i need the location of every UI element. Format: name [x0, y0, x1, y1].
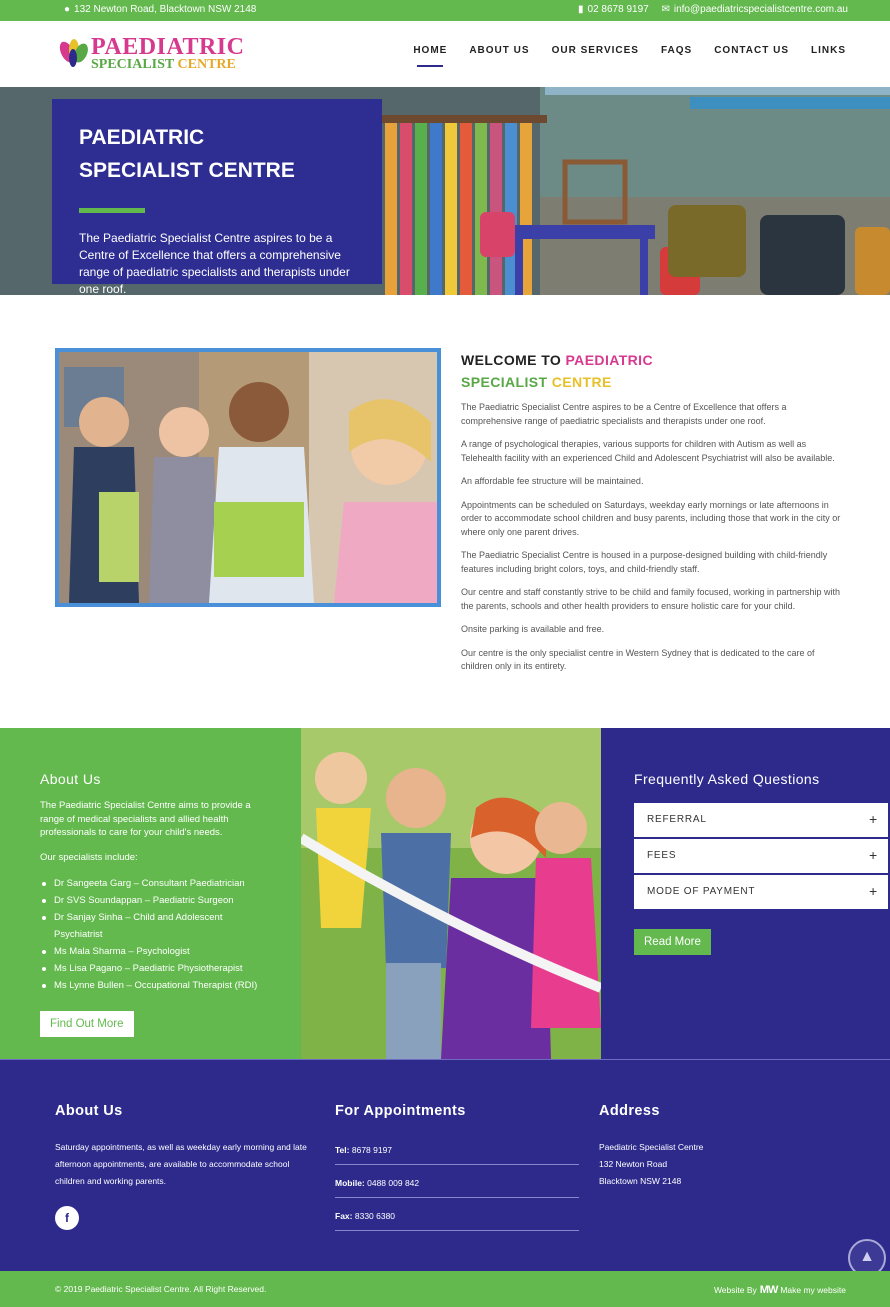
welcome-heading-b: PAEDIATRIC	[565, 352, 653, 368]
faq-title: Frequently Asked Questions	[634, 771, 820, 787]
footer-about-title: About Us	[55, 1103, 123, 1119]
faq-item-label: FEES	[647, 850, 677, 861]
footer-about: About Us Saturday appointments, as well …	[55, 1103, 315, 1230]
faq-item-fees[interactable]: FEES +	[634, 839, 888, 873]
faq-item-label: MODE OF PAYMENT	[647, 886, 756, 897]
list-item: Dr Sangeeta Garg – Consultant Paediatric…	[40, 875, 261, 892]
mobile-label: Mobile:	[335, 1178, 365, 1188]
welcome-paragraph: The Paediatric Specialist Centre aspires…	[461, 402, 787, 426]
plus-icon[interactable]: +	[869, 883, 878, 899]
mobile-value[interactable]: 0488 009 842	[367, 1178, 419, 1188]
welcome-paragraph: Onsite parking is available and free.	[461, 624, 605, 634]
welcome-paragraph: Our centre and staff constantly strive t…	[461, 587, 841, 611]
website-by-name: Make my website	[780, 1285, 846, 1295]
logo-subtitle-a: SPECIALIST	[91, 57, 175, 72]
kids-illustration	[301, 728, 601, 1059]
address-line: 132 Newton Road	[599, 1159, 668, 1169]
tug-of-war-image	[301, 728, 601, 1059]
welcome-paragraph: A range of psychological therapies, vari…	[461, 439, 835, 463]
hero-banner: PAEDIATRIC SPECIALIST CENTRE The Paediatr…	[0, 87, 890, 295]
children-group-image	[55, 348, 441, 607]
top-bar: ● 132 Newton Road, Blacktown NSW 2148 ▮ 02…	[0, 0, 890, 21]
fax-label: Fax:	[335, 1211, 353, 1221]
plus-icon[interactable]: +	[869, 811, 878, 827]
nav-links[interactable]: LINKS	[811, 45, 846, 56]
welcome-heading: WELCOME TO PAEDIATRIC SPECIALIST CENTRE	[461, 349, 846, 393]
logo-subtitle-b: CENTRE	[177, 57, 236, 72]
mail-icon: ✉	[661, 4, 670, 15]
footer-appointments: For Appointments Tel: 8678 9197 Mobile: …	[335, 1103, 585, 1238]
about-intro: The Paediatric Specialist Centre aims to…	[40, 800, 251, 838]
footer-address: Address Paediatric Specialist Centre 132…	[599, 1103, 839, 1190]
hero-title-line2: SPECIALIST CENTRE	[79, 159, 295, 182]
nav-home[interactable]: HOME	[413, 45, 447, 67]
copyright-text: © 2019 Paediatric Specialist Centre. All…	[55, 1284, 267, 1294]
plus-icon[interactable]: +	[869, 847, 878, 863]
faq-panel: Frequently Asked Questions REFERRAL + FE…	[601, 728, 890, 1059]
hero-accent-bar	[79, 208, 145, 213]
read-more-button[interactable]: Read More	[634, 929, 711, 955]
website-by[interactable]: Website By MW Make my website	[714, 1284, 846, 1296]
welcome-section: WELCOME TO PAEDIATRIC SPECIALIST CENTRE T…	[461, 349, 846, 674]
map-pin-icon: ●	[64, 4, 71, 15]
welcome-paragraph: The Paediatric Specialist Centre is hous…	[461, 550, 828, 574]
facebook-icon[interactable]: f	[55, 1206, 79, 1230]
hero-text-box: PAEDIATRIC SPECIALIST CENTRE The Paediatr…	[52, 99, 382, 295]
welcome-heading-d: CENTRE	[551, 374, 612, 390]
footer-address-title: Address	[599, 1103, 660, 1119]
site-header: PAEDIATRIC SPECIALIST CENTRE HOME ABOUT …	[0, 21, 890, 87]
fax-row: Fax: 8330 6380	[335, 1205, 579, 1231]
welcome-paragraph: Appointments can be scheduled on Saturda…	[461, 499, 841, 537]
main-nav: HOME ABOUT US OUR SERVICES FAQS CONTACT …	[413, 45, 846, 67]
site-footer: About Us Saturday appointments, as well …	[0, 1059, 890, 1277]
make-my-website-logo: MW	[759, 1284, 779, 1296]
topbar-address: ● 132 Newton Road, Blacktown NSW 2148	[64, 4, 256, 15]
faq-item-mode-of-payment[interactable]: MODE OF PAYMENT +	[634, 875, 888, 909]
topbar-contact: ▮ 02 8678 9197 ✉ info@paediatricspecialist…	[578, 4, 848, 15]
find-out-more-button[interactable]: Find Out More	[40, 1011, 134, 1037]
nav-contact-us[interactable]: CONTACT US	[714, 45, 789, 56]
faq-item-label: REFERRAL	[647, 814, 707, 825]
list-item: Dr Sanjay Sinha – Child and Adolescent P…	[40, 909, 261, 943]
welcome-paragraph: An affordable fee structure will be main…	[461, 476, 644, 486]
welcome-paragraph: Our centre is the only specialist centre…	[461, 647, 815, 672]
hero-title: PAEDIATRIC SPECIALIST CENTRE	[79, 121, 355, 187]
address-line: Paediatric Specialist Centre	[599, 1142, 704, 1152]
tel-value[interactable]: 8678 9197	[352, 1145, 392, 1155]
bottom-bar: © 2019 Paediatric Specialist Centre. All…	[0, 1271, 890, 1307]
website-by-label: Website By	[713, 1285, 757, 1295]
email-link[interactable]: info@paediatricspecialistcentre.com.au	[674, 4, 848, 15]
tel-label: Tel:	[335, 1145, 350, 1155]
welcome-heading-c: SPECIALIST	[461, 374, 552, 390]
tel-row: Tel: 8678 9197	[335, 1139, 579, 1165]
phone-link[interactable]: 02 8678 9197	[588, 4, 649, 15]
phone-icon: ▮	[578, 4, 584, 15]
specialists-label: Our specialists include:	[40, 851, 138, 863]
list-item: Dr SVS Soundappan – Paediatric Surgeon	[40, 892, 261, 909]
about-title: About Us	[40, 771, 101, 787]
logo-leaves-icon	[59, 39, 88, 67]
list-item: Ms Lynne Bullen – Occupational Therapist…	[40, 977, 261, 994]
faq-item-referral[interactable]: REFERRAL +	[634, 803, 888, 837]
about-us-panel: About Us The Paediatric Specialist Centr…	[0, 728, 301, 1059]
fax-value: 8330 6380	[354, 1211, 396, 1221]
list-item: Ms Lisa Pagano – Paediatric Physiotherap…	[40, 960, 261, 977]
nav-faqs[interactable]: FAQS	[661, 45, 692, 56]
specialists-list: Dr Sangeeta Garg – Consultant Paediatric…	[40, 875, 261, 994]
mobile-row: Mobile: 0488 009 842	[335, 1172, 579, 1198]
welcome-heading-a: WELCOME TO	[461, 352, 566, 368]
list-item: Ms Mala Sharma – Psychologist	[40, 943, 261, 960]
hero-title-line1: PAEDIATRIC	[79, 126, 205, 149]
nav-our-services[interactable]: OUR SERVICES	[552, 45, 639, 56]
footer-appt-title: For Appointments	[335, 1103, 466, 1119]
footer-about-text: Saturday appointments, as well as weekda…	[55, 1142, 307, 1186]
children-illustration	[59, 352, 437, 603]
site-logo[interactable]: PAEDIATRIC SPECIALIST CENTRE	[57, 32, 244, 76]
hero-text: The Paediatric Specialist Centre aspires…	[79, 231, 350, 295]
logo-subtitle: SPECIALIST CENTRE	[91, 57, 236, 73]
nav-about-us[interactable]: ABOUT US	[469, 45, 529, 56]
address-text: 132 Newton Road, Blacktown NSW 2148	[74, 4, 257, 15]
address-line: Blacktown NSW 2148	[599, 1176, 682, 1186]
